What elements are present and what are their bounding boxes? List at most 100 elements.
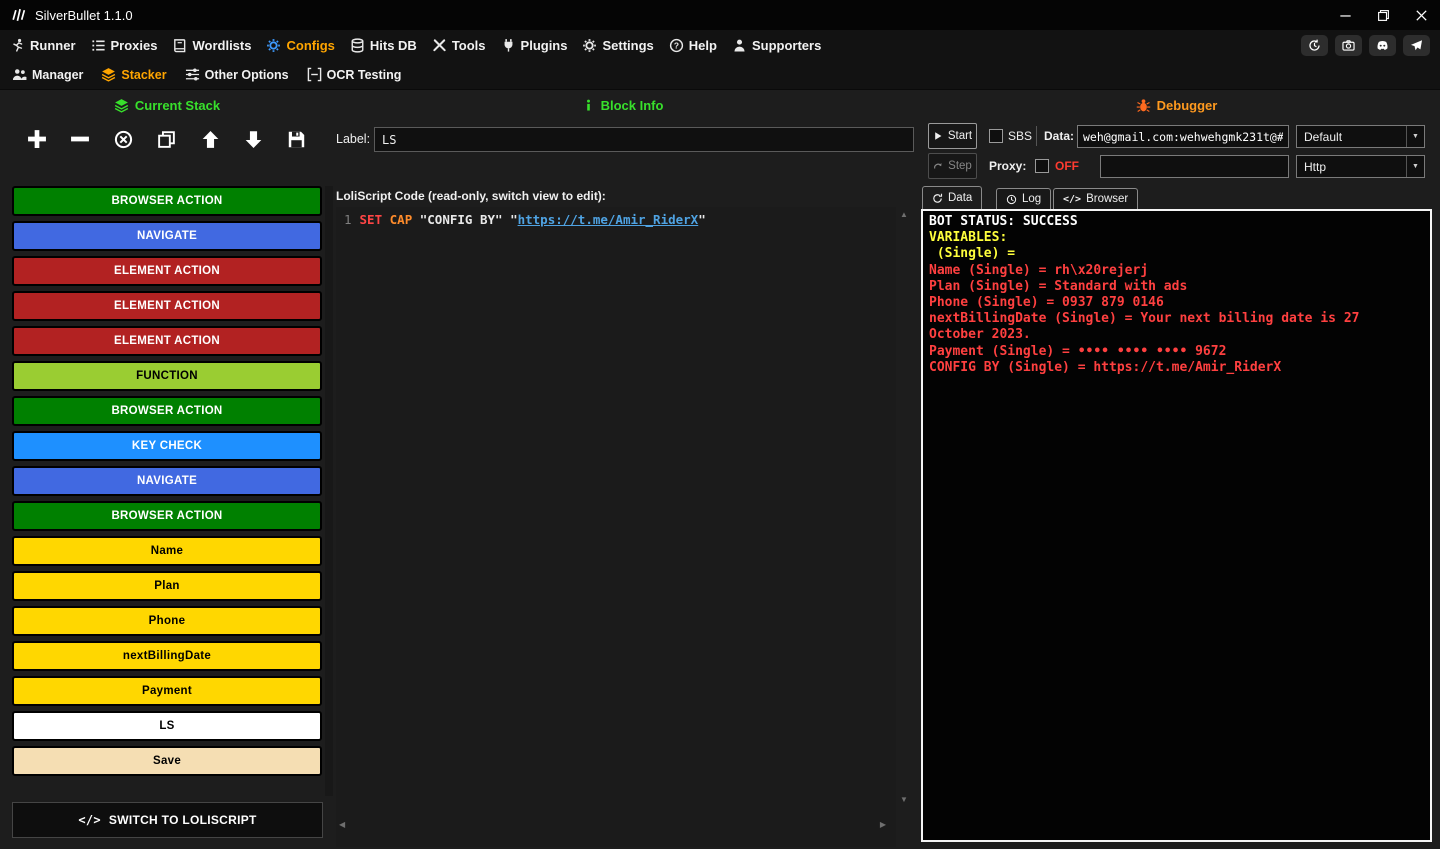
debugger-title: Debugger	[1156, 97, 1218, 113]
people-icon	[12, 67, 27, 82]
label-input[interactable]	[374, 127, 914, 152]
code-token: "	[510, 212, 518, 227]
tab-ocr-testing[interactable]: OCR Testing	[307, 67, 402, 82]
chevron-down-icon: ▼	[1406, 156, 1424, 177]
circle-x-icon	[114, 130, 133, 149]
stack-block[interactable]: Payment	[12, 676, 322, 706]
plus-icon	[26, 128, 48, 150]
stack-block-list: BROWSER ACTION NAVIGATE ELEMENT ACTION E…	[12, 186, 322, 781]
stack-block[interactable]: Name	[12, 536, 322, 566]
stack-block[interactable]: Plan	[12, 571, 322, 601]
loliscript-code-caption: LoliScript Code (read-only, switch view …	[336, 189, 606, 203]
backup-history-button[interactable]	[1301, 34, 1328, 56]
clone-block-button[interactable]	[154, 126, 180, 152]
loliscript-code-view[interactable]: 1 SET CAP "CONFIG BY" "https://t.me/Amir…	[336, 207, 896, 847]
scroll-up-icon[interactable]: ▲	[900, 210, 908, 219]
debugger-log[interactable]: BOT STATUS: SUCCESS VARIABLES: (Single) …	[921, 209, 1432, 842]
proxy-status-badge: OFF	[1055, 159, 1079, 173]
discord-button[interactable]	[1369, 34, 1396, 56]
scroll-left-icon[interactable]: ◀	[339, 820, 345, 829]
block-info-header: Block Info	[330, 94, 915, 116]
stack-block[interactable]: nextBillingDate	[12, 641, 322, 671]
maximize-button[interactable]	[1364, 0, 1402, 30]
add-block-button[interactable]	[24, 126, 50, 152]
tab-stacker[interactable]: Stacker	[101, 67, 167, 82]
proxy-checkbox[interactable]	[1035, 159, 1049, 173]
wordlist-type-dropdown[interactable]: Default ▼	[1296, 125, 1425, 148]
code-token: "	[698, 212, 706, 227]
stack-block[interactable]: BROWSER ACTION	[12, 501, 322, 531]
scroll-right-icon[interactable]: ▶	[880, 820, 886, 829]
tab-other-options[interactable]: Other Options	[185, 67, 289, 82]
stack-block[interactable]: NAVIGATE	[12, 221, 322, 251]
menu-runner[interactable]: Runner	[10, 38, 76, 53]
data-input[interactable]	[1077, 125, 1289, 148]
tab-browser[interactable]: </> Browser	[1053, 188, 1139, 209]
save-config-button[interactable]	[284, 126, 310, 152]
tools-icon	[432, 38, 447, 53]
remove-block-button[interactable]	[67, 126, 93, 152]
minimize-icon	[1338, 8, 1353, 23]
stack-scrollbar[interactable]	[325, 186, 333, 796]
sbs-label: SBS	[1008, 129, 1033, 143]
stack-block[interactable]: ELEMENT ACTION	[12, 291, 322, 321]
scroll-down-icon[interactable]: ▼	[900, 795, 908, 804]
log-line: Name (Single) = rh\x20rejerj	[929, 262, 1149, 278]
screenshot-button[interactable]	[1335, 34, 1362, 56]
telegram-button[interactable]	[1403, 34, 1430, 56]
step-button[interactable]: Step	[928, 153, 977, 179]
sliders-icon	[185, 67, 200, 82]
code-token: SET	[359, 212, 390, 227]
stack-block[interactable]: BROWSER ACTION	[12, 396, 322, 426]
sbs-checkbox[interactable]	[989, 129, 1003, 143]
code-token: "CONFIG BY"	[419, 212, 511, 227]
tab-data[interactable]: Data	[922, 186, 983, 209]
code-vertical-scrollbar[interactable]: ▲ ▼	[897, 207, 911, 807]
switch-to-loliscript-button[interactable]: </> SWITCH TO LOLISCRIPT	[12, 802, 323, 838]
code-token-link[interactable]: https://t.me/Amir_RiderX	[518, 212, 699, 227]
proxies-list-icon	[91, 38, 106, 53]
stack-block[interactable]: FUNCTION	[12, 361, 322, 391]
titlebar: SilverBullet 1.1.0	[0, 0, 1440, 30]
stack-block[interactable]: ELEMENT ACTION	[12, 326, 322, 356]
history-clock-icon	[1308, 39, 1321, 52]
database-icon	[350, 38, 365, 53]
start-button[interactable]: Start	[928, 123, 977, 149]
stack-block[interactable]: BROWSER ACTION	[12, 186, 322, 216]
app-logo-icon	[10, 7, 27, 24]
tab-log[interactable]: Log	[996, 188, 1052, 209]
stack-block[interactable]: ELEMENT ACTION	[12, 256, 322, 286]
stack-block[interactable]: NAVIGATE	[12, 466, 322, 496]
menu-proxies[interactable]: Proxies	[91, 38, 157, 53]
menu-plugins[interactable]: Plugins	[501, 38, 567, 53]
clear-stack-button[interactable]	[111, 126, 137, 152]
menu-settings[interactable]: Settings	[582, 38, 654, 53]
step-arrow-icon	[933, 161, 943, 171]
log-line: BOT STATUS: SUCCESS	[929, 214, 1078, 229]
minimize-button[interactable]	[1326, 0, 1364, 30]
move-up-button[interactable]	[197, 126, 223, 152]
play-icon	[933, 131, 943, 141]
menubar-right-actions	[1301, 34, 1430, 56]
log-line: CONFIG BY (Single) = https://t.me/Amir_R…	[929, 359, 1282, 375]
tab-ocr-testing-label: OCR Testing	[326, 67, 402, 82]
menu-wordlists[interactable]: Wordlists	[172, 38, 251, 53]
move-down-button[interactable]	[241, 126, 267, 152]
stack-block[interactable]: LS	[12, 711, 322, 741]
menu-tools[interactable]: Tools	[432, 38, 486, 53]
code-token: CAP	[389, 212, 420, 227]
chevron-down-icon: ▼	[1406, 126, 1424, 147]
stack-block[interactable]: Save	[12, 746, 322, 776]
proxy-input[interactable]	[1100, 155, 1289, 178]
stack-block[interactable]: KEY CHECK	[12, 431, 322, 461]
menu-help[interactable]: Help	[669, 38, 717, 53]
proxy-type-dropdown[interactable]: Http ▼	[1296, 155, 1425, 178]
close-button[interactable]	[1402, 0, 1440, 30]
code-horizontal-scrollbar[interactable]: ◀ ▶	[336, 817, 889, 831]
menu-configs[interactable]: Configs	[266, 38, 335, 53]
menu-hits-db[interactable]: Hits DB	[350, 38, 417, 53]
menu-supporters-label: Supporters	[751, 37, 822, 53]
stack-block[interactable]: Phone	[12, 606, 322, 636]
menu-supporters[interactable]: Supporters	[732, 38, 821, 53]
tab-manager[interactable]: Manager	[12, 67, 83, 82]
